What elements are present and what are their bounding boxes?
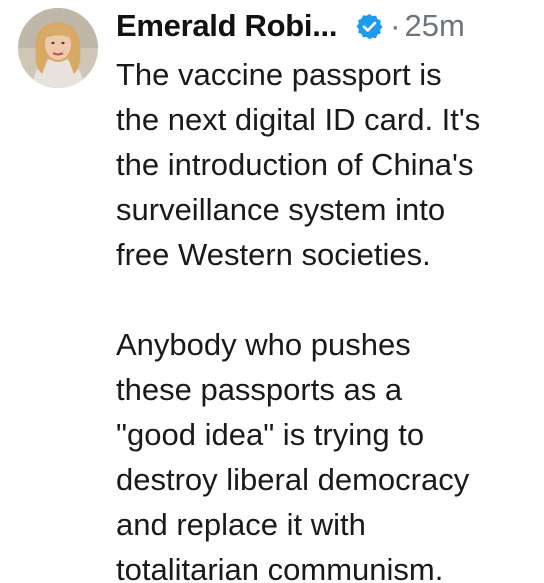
verified-badge-icon	[355, 12, 384, 41]
tweet-paragraph: Anybody who pushes these passports as a …	[116, 327, 470, 583]
profile-photo-icon	[18, 8, 98, 88]
tweet-text: The vaccine passport is the next digital…	[116, 52, 536, 583]
timestamp[interactable]: 25m	[405, 8, 465, 44]
avatar[interactable]	[18, 8, 98, 88]
tweet-paragraph: The vaccine passport is the next digital…	[116, 57, 481, 272]
display-name[interactable]: Emerald Robi...	[116, 8, 337, 44]
tweet-header: Emerald Robi... · 25m	[116, 6, 465, 46]
tweet-card: Emerald Robi... · 25m The vaccine passpo…	[0, 0, 544, 583]
header-separator: ·	[390, 8, 401, 43]
